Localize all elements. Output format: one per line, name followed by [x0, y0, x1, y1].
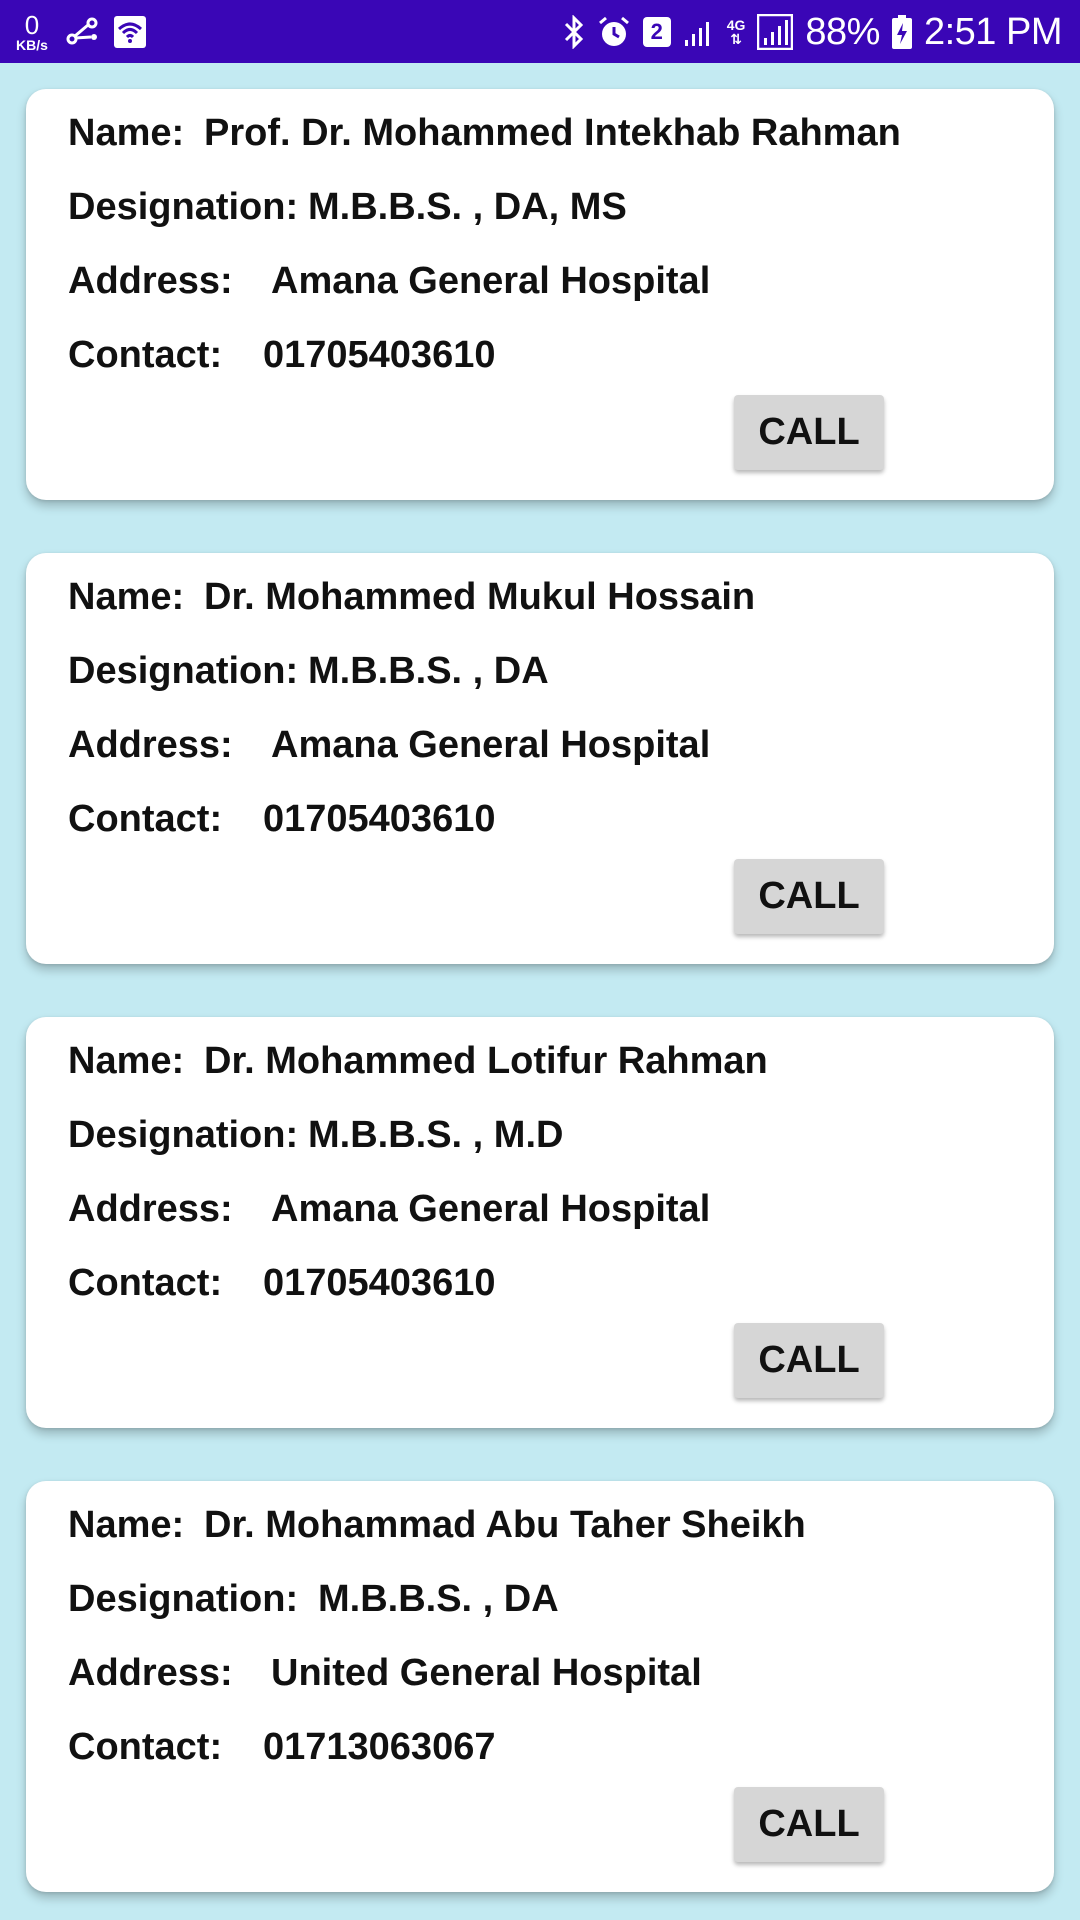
address-label: Address: — [68, 1188, 233, 1230]
net-speed-unit: KB/s — [16, 37, 48, 53]
signal-icon — [683, 16, 715, 48]
name-row: Name: Dr. Mohammed Mukul Hossain — [68, 575, 755, 619]
status-bar-right: 2 4G ⇅ 88% 2:51 PM — [563, 8, 1063, 56]
doctor-card: Name: Prof. Dr. Mohammed Intekhab Rahman… — [26, 89, 1054, 500]
network-type-label: 4G — [726, 17, 746, 33]
battery-charging-icon — [891, 15, 912, 49]
contact-label: Contact: — [68, 798, 223, 840]
name-value: Dr. Mohammed Mukul Hossain — [204, 576, 756, 618]
designation-label: Designation: — [68, 1578, 299, 1620]
contact-value: 01705403610 — [263, 1262, 496, 1304]
alarm-icon — [597, 15, 631, 49]
address-row: Address: Amana General Hospital — [68, 723, 710, 767]
address-label: Address: — [68, 1652, 233, 1694]
name-row: Name: Prof. Dr. Mohammed Intekhab Rahman — [68, 111, 901, 155]
address-row: Address: Amana General Hospital — [68, 1187, 710, 1231]
name-label: Name: — [68, 112, 185, 154]
doctor-card: Name: Dr. Mohammed Lotifur Rahman Design… — [26, 1017, 1054, 1428]
contact-label: Contact: — [68, 334, 223, 376]
address-value: United General Hospital — [271, 1652, 702, 1694]
call-button[interactable]: CALL — [734, 395, 884, 470]
address-row: Address: Amana General Hospital — [68, 259, 710, 303]
name-label: Name: — [68, 576, 185, 618]
contact-value: 01705403610 — [263, 334, 496, 376]
data-arrows-icon: ⇅ — [730, 31, 742, 47]
clock-time: 2:51 PM — [923, 10, 1063, 53]
address-label: Address: — [68, 724, 233, 766]
address-value: Amana General Hospital — [271, 1188, 711, 1230]
name-label: Name: — [68, 1504, 185, 1546]
address-value: Amana General Hospital — [271, 260, 711, 302]
designation-row: Designation: M.B.B.S. , DA, MS — [68, 185, 627, 229]
doctor-card: Name: Dr. Mohammad Abu Taher Sheikh Desi… — [26, 1481, 1054, 1892]
contact-row: Contact: 01705403610 — [68, 1261, 495, 1305]
designation-label: Designation: — [68, 650, 299, 692]
call-button[interactable]: CALL — [734, 1787, 884, 1862]
contact-value: 01705403610 — [263, 798, 496, 840]
call-button[interactable]: CALL — [734, 1323, 884, 1398]
battery-percent: 88% — [805, 10, 880, 53]
name-value: Dr. Mohammad Abu Taher Sheikh — [204, 1504, 806, 1546]
sim-slot-badge: 2 — [642, 17, 671, 47]
net-speed-value: 0 — [24, 10, 40, 40]
address-row: Address: United General Hospital — [68, 1651, 702, 1695]
contact-row: Contact: 01705403610 — [68, 797, 495, 841]
designation-row: Designation: M.B.B.S. , M.D — [68, 1113, 563, 1157]
status-bar: 0 KB/s 2 4G ⇅ 88% 2:51 PM — [0, 0, 1080, 63]
name-label: Name: — [68, 1040, 185, 1082]
net-speed-indicator: 0 KB/s — [12, 12, 52, 52]
designation-value: M.B.B.S. , DA, MS — [308, 186, 627, 228]
call-button[interactable]: CALL — [734, 859, 884, 934]
wifi-icon — [114, 16, 146, 48]
contact-row: Contact: 01713063067 — [68, 1725, 495, 1769]
designation-value: M.B.B.S. , DA — [308, 650, 549, 692]
address-value: Amana General Hospital — [271, 724, 711, 766]
bluetooth-icon — [563, 15, 585, 49]
network-type-indicator: 4G ⇅ — [727, 18, 746, 46]
designation-value: M.B.B.S. , DA — [318, 1578, 559, 1620]
designation-value: M.B.B.S. , M.D — [308, 1114, 564, 1156]
name-row: Name: Dr. Mohammed Lotifur Rahman — [68, 1039, 768, 1083]
name-row: Name: Dr. Mohammad Abu Taher Sheikh — [68, 1503, 806, 1547]
usb-share-icon — [66, 17, 100, 47]
name-value: Prof. Dr. Mohammed Intekhab Rahman — [204, 112, 901, 154]
contact-label: Contact: — [68, 1262, 223, 1304]
designation-label: Designation: — [68, 186, 299, 228]
contact-label: Contact: — [68, 1726, 223, 1768]
designation-row: Designation: M.B.B.S. , DA — [68, 1577, 559, 1621]
doctor-card: Name: Dr. Mohammed Mukul Hossain Designa… — [26, 553, 1054, 964]
signal-full-icon — [757, 14, 794, 50]
contact-value: 01713063067 — [263, 1726, 496, 1768]
designation-row: Designation: M.B.B.S. , DA — [68, 649, 549, 693]
name-value: Dr. Mohammed Lotifur Rahman — [204, 1040, 768, 1082]
designation-label: Designation: — [68, 1114, 299, 1156]
status-bar-left: 0 KB/s — [12, 8, 146, 56]
address-label: Address: — [68, 260, 233, 302]
contact-row: Contact: 01705403610 — [68, 333, 495, 377]
